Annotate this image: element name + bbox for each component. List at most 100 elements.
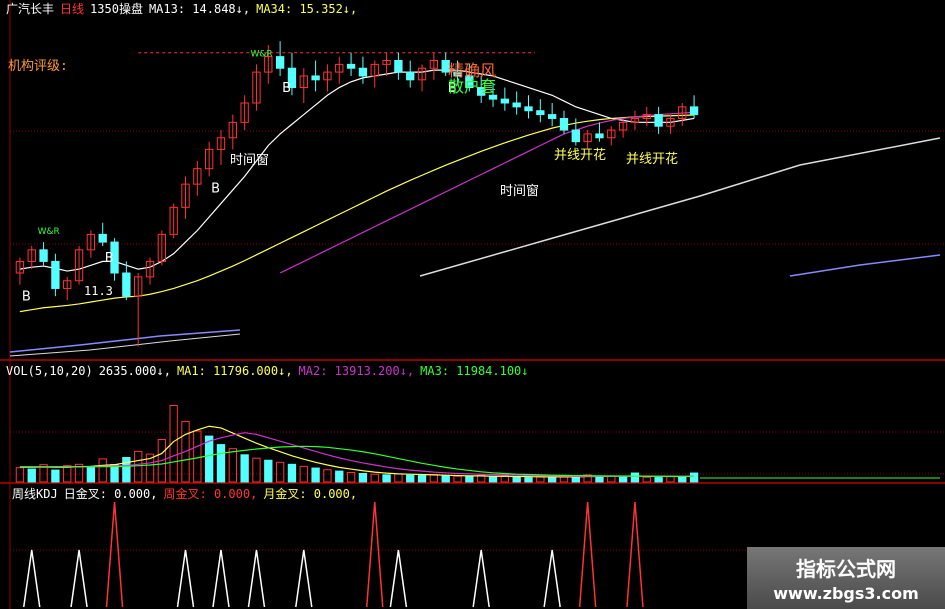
volume-bar	[382, 474, 391, 483]
ma-base-line-2	[9, 333, 241, 357]
kdj-white-peak	[389, 549, 408, 608]
volume-bar	[689, 472, 699, 483]
volume-bar	[134, 450, 143, 483]
volume-bar	[370, 473, 379, 483]
kdj-white-peak	[295, 549, 313, 608]
candle-body	[547, 114, 557, 119]
war-marker: W&R	[250, 49, 272, 59]
ma34-readout: MA34: 15.352↓,	[256, 2, 358, 16]
volume-bar	[630, 472, 640, 483]
kdj-red-peak	[578, 501, 597, 608]
candle-body	[559, 117, 569, 131]
volume-bar	[453, 475, 462, 483]
volume-bar	[654, 477, 663, 483]
volume-bar	[122, 457, 131, 483]
war-marker: W&R	[38, 227, 60, 237]
watermark-url: www.zbgs3.com	[773, 584, 919, 603]
kdj-white-peak	[543, 549, 561, 608]
candle-body	[346, 63, 356, 69]
main-header: 广汽长丰 日线 1350操盘 MA13: 14.848↓, MA34: 15.352↓,	[6, 0, 363, 18]
buy-marker: B	[282, 81, 291, 96]
bingxian-label-2: 并线开花	[626, 152, 679, 167]
volume-bar	[441, 475, 450, 483]
volume-bar	[394, 473, 403, 483]
candle-body	[358, 67, 368, 77]
volume-bar	[335, 470, 344, 483]
stock-chart: B B B B B W&R W&R 广汽长丰 日线 1350操盘 MA13: 14.848↓, MA…	[0, 0, 945, 609]
period-label: 日线	[60, 2, 85, 16]
candle-body	[275, 56, 285, 69]
kdj-name: 周线KDJ	[12, 487, 58, 501]
candle-body	[595, 133, 604, 139]
candle-body	[39, 249, 48, 262]
vol-value: 2635.000↓,	[98, 364, 171, 378]
sanhu-label: 散户套	[448, 77, 497, 96]
candle-body	[524, 106, 533, 112]
ma34-line	[19, 114, 695, 313]
ma13-line	[19, 69, 695, 272]
volume-bar	[512, 476, 521, 483]
stock-name: 广汽长丰	[6, 2, 55, 16]
candle-body	[98, 233, 107, 243]
ma-base-line-1	[9, 329, 241, 353]
candle-body	[122, 272, 131, 297]
volume-bar	[311, 467, 320, 483]
jigou-label: 机构评级:	[8, 59, 68, 74]
candle-body	[654, 114, 663, 127]
code-label: 1350	[90, 2, 119, 16]
bingxian-label-1: 并线开花	[554, 148, 607, 163]
candle-body	[571, 129, 580, 143]
candle-body	[689, 106, 699, 116]
kdj-month: 月金叉: 0.000,	[263, 487, 358, 501]
ma-magenta-line	[279, 111, 695, 274]
volume-bar	[15, 467, 25, 483]
volume-bar	[86, 466, 96, 483]
vol-ma1: MA1: 11796.000↓,	[176, 364, 293, 378]
vol-ma1-line	[19, 425, 695, 478]
volume-bar	[51, 469, 60, 483]
kdj-white-peak	[22, 549, 41, 608]
candle-body	[311, 75, 320, 81]
buy-marker: B	[105, 251, 114, 266]
kdj-white-peak	[212, 549, 230, 608]
candle-body	[394, 60, 403, 73]
volume-bar	[264, 459, 273, 483]
volume-bar	[228, 448, 237, 483]
kdj-week: 周金叉: 0.000,	[163, 487, 258, 501]
kdj-day: 日金叉: 0.000,	[63, 487, 158, 501]
candle-body	[51, 260, 60, 289]
volume-bar	[429, 474, 439, 483]
buy-marker: B	[211, 181, 220, 196]
time-window-2: 时间窗	[500, 184, 540, 199]
low-price-label: 11.3	[84, 284, 113, 298]
volume-bar	[323, 469, 332, 483]
volume-bar	[524, 477, 533, 483]
volume-bar	[465, 476, 474, 483]
volume-bar	[240, 454, 249, 483]
op-label: 操盘	[118, 2, 143, 16]
volume-bar	[98, 458, 107, 483]
candle-body	[512, 102, 521, 108]
kdj-white-peak	[70, 549, 88, 608]
ma13-readout: MA13: 14.848↓,	[148, 2, 251, 16]
kdj-header: 周线KDJ 日金叉: 0.000, 周金叉: 0.000, 月金叉: 0.000,	[12, 485, 363, 503]
volume-bar	[27, 468, 36, 483]
candle-body	[500, 98, 510, 104]
watermark-title: 指标公式网	[796, 557, 896, 581]
volume-bar	[275, 461, 285, 483]
vol-name: VOL(5,10,20)	[6, 364, 93, 378]
buy-marker: B	[22, 290, 31, 305]
volume-bar	[216, 444, 226, 483]
candle-body	[406, 71, 415, 81]
volume-bar	[252, 457, 261, 483]
ma-longer-line	[789, 254, 941, 277]
vol-ma2: MA2: 13913.200↓,	[298, 364, 415, 378]
kdj-red-peak	[105, 501, 124, 608]
volume-bar	[346, 471, 356, 483]
volume-bar	[559, 476, 569, 483]
kdj-white-peak	[247, 549, 266, 608]
candle-body	[536, 110, 545, 116]
volume-bar	[642, 476, 651, 483]
watermark: 指标公式网 www.zbgs3.com	[747, 547, 945, 609]
kdj-white-peak	[472, 549, 490, 608]
